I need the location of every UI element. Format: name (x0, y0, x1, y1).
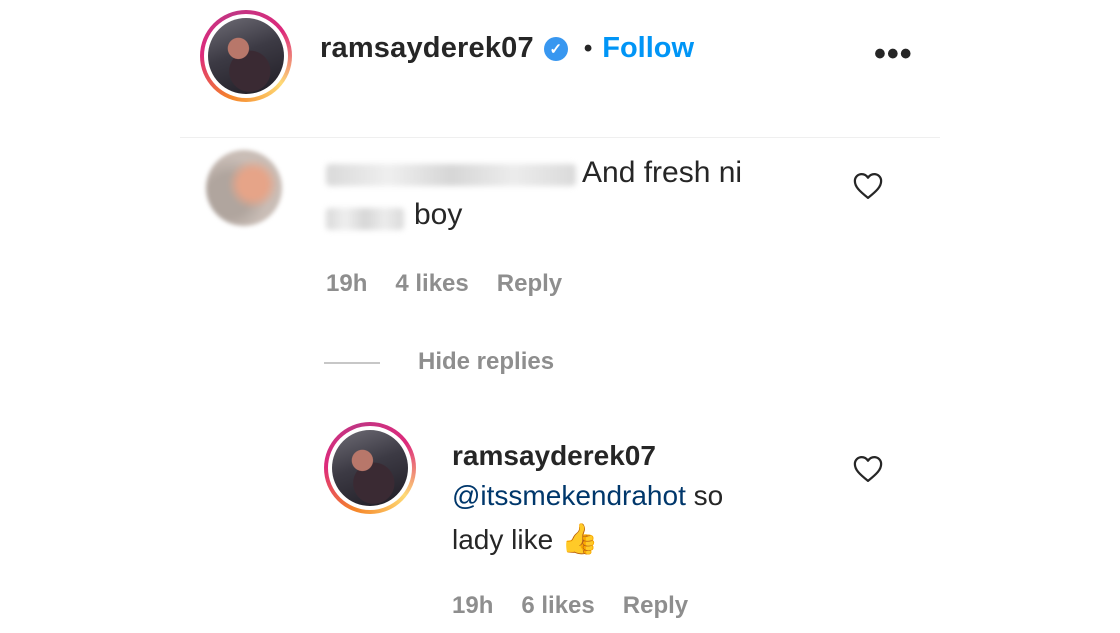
reply-mention-link[interactable]: @itssmekendrahot (452, 480, 686, 511)
comment-text-line1: And fresh ni (582, 156, 743, 189)
profile-photo (208, 18, 284, 94)
header-divider (180, 137, 940, 138)
reply-meta: 19h 6 likes Reply (452, 592, 688, 620)
post-header: ramsayderek07 ✓ • Follow (320, 32, 694, 65)
more-options-icon[interactable]: ••• (874, 37, 913, 71)
commenter-username-redacted (326, 164, 576, 186)
reply-text-line1: @itssmekendrahot so (452, 480, 723, 512)
follow-button[interactable]: Follow (602, 32, 694, 65)
comment-time: 19h (326, 270, 368, 297)
separator-dot: • (583, 34, 593, 62)
reply-like-heart-icon[interactable] (853, 455, 883, 483)
replies-line (324, 362, 380, 364)
reply-likes-count[interactable]: 6 likes (521, 592, 594, 620)
reply-text-line2: lady like 👍 (452, 522, 598, 557)
comment-likes-count[interactable]: 4 likes (395, 270, 468, 298)
reply-time: 19h (452, 592, 494, 619)
verified-badge-icon: ✓ (543, 36, 568, 61)
thumbs-up-emoji-icon: 👍 (560, 523, 599, 556)
comment-meta: 19h 4 likes Reply (326, 270, 562, 298)
reply-avatar[interactable] (324, 422, 416, 514)
comment-redacted-word (326, 208, 404, 230)
profile-avatar[interactable] (200, 10, 292, 102)
comment-like-heart-icon[interactable] (853, 172, 883, 200)
reply-username[interactable]: ramsayderek07 (452, 440, 656, 472)
header-username[interactable]: ramsayderek07 (320, 32, 534, 65)
reply-text-after-mention: so (685, 480, 724, 511)
reply-reply-button[interactable]: Reply (623, 592, 688, 620)
comment-reply-button[interactable]: Reply (497, 270, 562, 298)
hide-replies-button[interactable]: Hide replies (418, 348, 554, 376)
reply-profile-photo (332, 430, 408, 506)
comment-text-line2: boy (414, 198, 463, 231)
commenter-avatar[interactable] (206, 150, 282, 226)
reply-text-lady-like: lady like (452, 524, 561, 555)
